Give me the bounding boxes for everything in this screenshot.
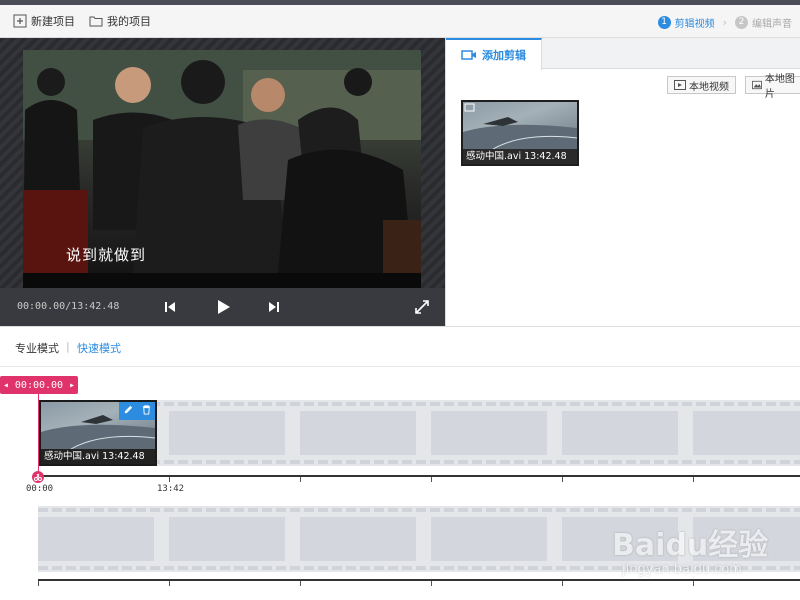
library-clip-caption: 感动中国.avi 13:42.48 (466, 151, 567, 162)
ruler-tick (693, 477, 694, 482)
timeline: ◂ 00:00.00 ▸ 感动中国.avi 13:42.48 00:00 13:… (0, 367, 800, 600)
empty-frame (169, 517, 285, 561)
player-controls: 00:00.00/13:42.48 (0, 288, 445, 326)
playhead-line[interactable] (38, 394, 39, 476)
step-number: 2 (735, 15, 748, 29)
step-edit-audio[interactable]: 2 编辑声音 (735, 15, 792, 30)
workflow-steps: 1 剪辑视频 › 2 编辑声音 (657, 13, 800, 31)
empty-frame (562, 517, 678, 561)
step-number: 1 (657, 15, 671, 29)
empty-frame (300, 411, 416, 455)
video-file-icon (674, 80, 686, 90)
mode-switcher: 专业模式 | 快速模式 (0, 326, 800, 367)
empty-frame (693, 517, 800, 561)
toolbar: 新建项目 我的项目 1 剪辑视频 › 2 编辑声音 (0, 5, 800, 38)
nudge-left-icon[interactable]: ◂ (3, 380, 9, 391)
quick-mode-link[interactable]: 快速模式 (77, 340, 121, 356)
play-icon[interactable] (214, 298, 232, 316)
empty-frame (431, 517, 547, 561)
local-image-label: 本地图片 (764, 74, 795, 100)
timeline-ruler[interactable] (38, 475, 800, 477)
film-perforation (38, 566, 800, 570)
ruler-tick (431, 581, 432, 586)
new-project-label: 新建项目 (31, 15, 75, 28)
ruler-tick (300, 477, 301, 482)
ruler-tick (300, 581, 301, 586)
empty-frame (300, 517, 416, 561)
nudge-right-icon[interactable]: ▸ (69, 380, 75, 391)
tab-add-clip-label: 添加剪辑 (482, 49, 526, 62)
new-project-icon (13, 14, 27, 28)
local-video-button[interactable]: 本地视频 (667, 76, 736, 94)
ruler-tick (38, 581, 39, 586)
audio-track[interactable] (38, 506, 800, 572)
chevron-right-icon: › (722, 15, 727, 29)
clip-library-panel: 添加剪辑 本地视频 本地图片 感动中国.avi 13:42.48 (445, 38, 800, 326)
ruler-tick (169, 477, 170, 482)
player-timecode: 00:00.00/13:42.48 (17, 301, 120, 312)
skip-back-icon[interactable] (161, 298, 179, 316)
clip-actions (119, 402, 155, 420)
ruler-tick (562, 581, 563, 586)
timeline-ruler-lower (38, 579, 800, 581)
step-label: 剪辑视频 (674, 18, 715, 30)
folder-icon (89, 16, 103, 27)
video-frame (23, 50, 421, 274)
film-perforation (38, 508, 800, 512)
empty-frame (169, 411, 285, 455)
video-scene-illustration (23, 50, 421, 274)
ruler-label-start: 00:00 (26, 484, 54, 494)
ruler-tick (562, 477, 563, 482)
panel-tabbar: 添加剪辑 (446, 38, 800, 70)
tab-add-clip[interactable]: 添加剪辑 (446, 38, 542, 70)
skip-forward-icon[interactable] (265, 298, 283, 316)
fullscreen-icon[interactable] (413, 298, 431, 316)
timeline-clip-caption: 感动中国.avi 13:42.48 (44, 451, 145, 462)
video-player: 说到就做到 00:00.00/13:42.48 (0, 38, 445, 326)
video-subtitle: 说到就做到 (66, 246, 147, 264)
local-video-label: 本地视频 (689, 81, 729, 93)
timeline-clip[interactable]: 感动中国.avi 13:42.48 (39, 400, 157, 466)
empty-frame (431, 411, 547, 455)
library-clip[interactable]: 感动中国.avi 13:42.48 (461, 100, 579, 166)
step-label: 编辑声音 (752, 18, 792, 30)
empty-frame (562, 411, 678, 455)
step-edit-video[interactable]: 1 剪辑视频 (657, 15, 715, 30)
ruler-tick (693, 581, 694, 586)
scissors-icon[interactable] (32, 471, 44, 483)
ruler-tick (431, 477, 432, 482)
ruler-tick (169, 581, 170, 586)
video-preview[interactable]: 说到就做到 (23, 50, 421, 324)
delete-icon[interactable] (141, 404, 152, 418)
edit-icon[interactable] (123, 404, 134, 418)
ruler-label-end: 13:42 (157, 484, 185, 494)
empty-frame (693, 411, 800, 455)
mode-divider: | (66, 340, 70, 353)
empty-frame (38, 517, 154, 561)
playhead-time-tag[interactable]: ◂ 00:00.00 ▸ (0, 376, 78, 394)
my-project-label: 我的项目 (107, 15, 151, 28)
video-camera-icon (461, 50, 476, 60)
image-file-icon (752, 80, 762, 90)
new-project-button[interactable]: 新建项目 (13, 13, 75, 29)
my-project-button[interactable]: 我的项目 (89, 13, 151, 29)
pro-mode-link[interactable]: 专业模式 (15, 340, 59, 356)
playhead-time: 00:00.00 (14, 379, 64, 391)
local-image-button[interactable]: 本地图片 (745, 74, 800, 100)
clip-thumbnail (463, 102, 577, 149)
